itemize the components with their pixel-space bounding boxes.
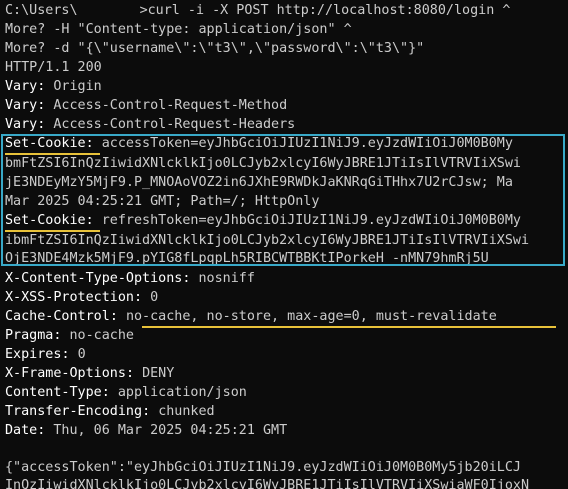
header-line: X-Content-Type-Options: nosniff (5, 271, 255, 286)
header-line: X-Frame-Options: DENY (5, 366, 175, 381)
header-line: Pragma: no-cache (5, 328, 135, 343)
continuation-line-header: More? -H "Content-type: application/json… (5, 22, 352, 37)
command-line: C:\Users\ >curl -i -X POST http://localho… (5, 2, 510, 20)
header-key: Date (5, 423, 38, 438)
header-key: Cache-Control (5, 309, 110, 324)
header-key: Expires (5, 347, 62, 362)
prompt-prefix: C:\Users\ (5, 3, 78, 18)
header-line: Vary: Origin (5, 79, 102, 94)
header-key: X-Content-Type-Options (5, 271, 183, 286)
header-line: Vary: Access-Control-Request-Method (5, 98, 288, 113)
command-text: >curl -i -X POST http://localhost:8080/l… (139, 3, 511, 18)
continuation-line-data: More? -d "{\"username\":\"t3\",\"passwor… (5, 41, 425, 56)
header-key: X-Frame-Options (5, 366, 126, 381)
response-body-line: {"accessToken":"eyJhbGciOiJIUzI1NiJ9.eyJ… (5, 460, 521, 475)
header-value: chunked (158, 404, 215, 419)
header-value: DENY (142, 366, 175, 381)
header-value: 0 (150, 290, 159, 305)
cache-control-underline (142, 326, 556, 328)
header-key: Content-Type (5, 385, 102, 400)
header-key: Transfer-Encoding (5, 404, 143, 419)
header-line: Content-Type: application/json (5, 385, 247, 400)
header-line: Cache-Control: no-cache, no-store, max-a… (5, 309, 497, 324)
header-value: Thu, 06 Mar 2025 04:25:21 GMT (53, 423, 288, 438)
terminal-window[interactable]: C:\Users\ >curl -i -X POST http://localho… (0, 0, 568, 489)
header-value: 0 (77, 347, 86, 362)
header-value: nosniff (198, 271, 255, 286)
status-line: HTTP/1.1 200 (5, 60, 102, 75)
header-key: Pragma (5, 328, 54, 343)
header-key: Vary (5, 98, 38, 113)
cookie-highlight-box (1, 134, 565, 266)
header-value: Access-Control-Request-Headers (53, 117, 296, 132)
header-line: X-XSS-Protection: 0 (5, 290, 159, 305)
header-line: Date: Thu, 06 Mar 2025 04:25:21 GMT (5, 423, 288, 438)
header-key: Vary (5, 79, 38, 94)
header-key: Vary (5, 117, 38, 132)
header-value: application/json (117, 385, 247, 400)
header-line: Vary: Access-Control-Request-Headers (5, 117, 296, 132)
header-line: Transfer-Encoding: chunked (5, 404, 215, 419)
header-key: X-XSS-Protection (5, 290, 134, 305)
header-value: no-cache, no-store, max-age=0, must-reva… (125, 309, 497, 324)
header-value: no-cache (69, 328, 135, 343)
header-value: Origin (53, 79, 102, 94)
header-value: Access-Control-Request-Method (53, 98, 288, 113)
header-line: Expires: 0 (5, 347, 86, 362)
response-body-line: InQzIiwidXNlcklkIjo0LCJyb2xlcyI6WyJBRE1J… (5, 478, 530, 489)
